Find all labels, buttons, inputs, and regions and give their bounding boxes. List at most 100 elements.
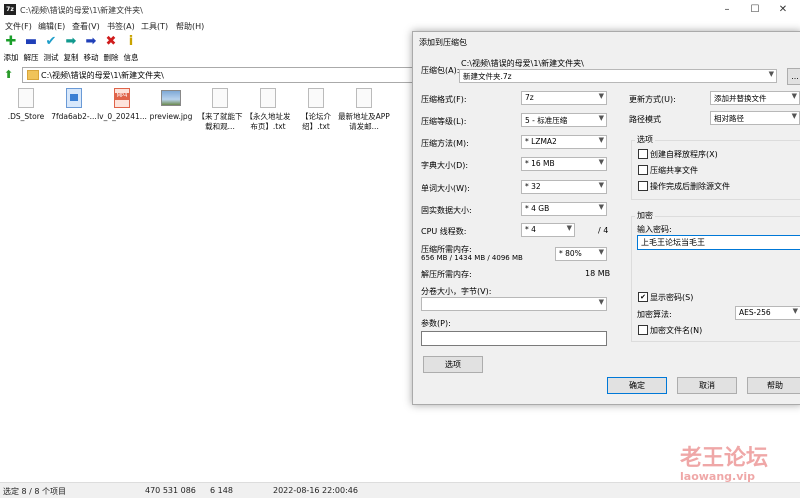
file-name: 【永久地址发布页】.txt (245, 112, 291, 131)
extract-button[interactable]: ▬ 解压 (20, 33, 42, 64)
check-icon: ✔ (45, 34, 57, 49)
delete-x-icon: ✖ (105, 34, 117, 49)
password-input[interactable]: 上毛王论坛当毛王 (637, 235, 800, 250)
info-icon: i (128, 34, 134, 49)
menu-help[interactable]: 帮助(H) (176, 21, 204, 32)
delete-button[interactable]: ✖ 删除 (100, 33, 122, 64)
address-input[interactable]: C:\视频\错误的母爱\1\新建文件夹\ (22, 67, 420, 83)
method-label: 压缩方法(M): (421, 139, 469, 148)
cpu-threads-select[interactable]: * 4 ▼ (521, 223, 575, 237)
chevron-down-icon: ▼ (598, 158, 604, 166)
address-bar: ⬆ C:\视频\错误的母爱\1\新建文件夹\ (0, 66, 420, 84)
path-mode-label: 路径模式 (629, 115, 661, 124)
add-button[interactable]: ✚ 添加 (0, 33, 22, 64)
up-folder-icon[interactable]: ⬆ (4, 68, 13, 81)
sfx-label: 创建自释放程序(X) (650, 150, 718, 159)
menu-file[interactable]: 文件(F) (5, 21, 32, 32)
menu-bookmarks[interactable]: 书签(A) (107, 21, 135, 32)
dictionary-select[interactable]: * 16 MB ▼ (521, 157, 607, 171)
close-button[interactable]: ✕ (774, 3, 792, 17)
menu-view[interactable]: 查看(V) (72, 21, 100, 32)
browse-button[interactable]: ... (787, 68, 800, 85)
file-name: 最新地址及APP请发邮... (338, 112, 390, 131)
chevron-down-icon: ▼ (598, 248, 604, 256)
copy-arrow-icon: ➡ (65, 34, 77, 49)
file-item[interactable]: 7fda6ab2-... (48, 88, 100, 122)
chevron-down-icon: ▼ (768, 70, 774, 78)
shared-files-checkbox[interactable] (638, 165, 648, 175)
format-label: 压缩格式(F): (421, 95, 467, 104)
status-selected: 选定 8 / 8 个项目 (3, 487, 67, 496)
file-item[interactable]: 【来了就能下载和观... (194, 88, 246, 132)
file-name: 【论坛介绍】.txt (301, 112, 331, 131)
image-file-icon (66, 88, 82, 108)
file-item[interactable]: .DS_Store (0, 88, 52, 122)
format-select[interactable]: 7z ▼ (521, 91, 607, 105)
cancel-button[interactable]: 取消 (677, 377, 737, 394)
method-select[interactable]: * LZMA2 ▼ (521, 135, 607, 149)
help-button[interactable]: 帮助 (747, 377, 800, 394)
file-item[interactable]: preview.jpg (145, 88, 197, 122)
status-modified: 2022-08-16 22:00:46 (273, 486, 358, 495)
file-name: 7fda6ab2-... (51, 112, 97, 121)
parameters-input[interactable] (421, 331, 607, 346)
solid-size-select[interactable]: * 4 GB ▼ (521, 202, 607, 216)
memory-percent-select[interactable]: * 80% ▼ (555, 247, 607, 261)
file-item[interactable]: 最新地址及APP请发邮... (338, 88, 390, 132)
minimize-button[interactable]: – (718, 3, 736, 17)
chevron-down-icon: ▼ (598, 181, 604, 189)
move-button[interactable]: ➡ 移动 (80, 33, 102, 64)
sfx-checkbox[interactable] (638, 149, 648, 159)
add-to-archive-dialog: 添加到压缩包 压缩包(A): C:\视频\错误的母爱\1\新建文件夹\ 新建文件… (412, 31, 800, 405)
update-mode-select[interactable]: 添加并替换文件 ▼ (710, 91, 800, 105)
text-file-icon (356, 88, 372, 108)
mp4-file-icon: MP4 (114, 88, 130, 108)
word-size-select[interactable]: * 32 ▼ (521, 180, 607, 194)
move-arrow-icon: ➡ (85, 34, 97, 49)
maximize-button[interactable]: ☐ (746, 3, 764, 17)
text-file-icon (212, 88, 228, 108)
minus-icon: ▬ (24, 34, 38, 49)
jpg-thumbnail-icon (161, 90, 181, 106)
dialog-title: 添加到压缩包 (419, 38, 467, 47)
word-size-label: 单词大小(W): (421, 184, 470, 193)
archive-name-combo[interactable]: 新建文件夹.7z ▼ (459, 69, 777, 83)
chevron-down-icon: ▼ (598, 136, 604, 144)
options-group-title: 选项 (635, 134, 655, 145)
password-label: 输入密码: (637, 225, 672, 234)
info-button[interactable]: i 信息 (120, 33, 142, 64)
address-path: C:\视频\错误的母爱\1\新建文件夹\ (41, 71, 164, 80)
menu-tools[interactable]: 工具(T) (141, 21, 168, 32)
encrypt-names-checkbox[interactable] (638, 325, 648, 335)
encryption-method-label: 加密算法: (637, 310, 672, 319)
text-file-icon (260, 88, 276, 108)
ok-button[interactable]: 确定 (607, 377, 667, 394)
chevron-down-icon: ▼ (598, 298, 604, 306)
file-name: 【来了就能下载和观... (197, 112, 243, 131)
chevron-down-icon: ▼ (566, 224, 572, 232)
level-select[interactable]: 5 - 标准压缩 ▼ (521, 113, 607, 127)
file-item[interactable]: 【永久地址发布页】.txt (242, 88, 294, 132)
delete-after-checkbox[interactable] (638, 181, 648, 191)
test-button[interactable]: ✔ 测试 (40, 33, 62, 64)
menu-edit[interactable]: 编辑(E) (38, 21, 65, 32)
chevron-down-icon: ▼ (598, 203, 604, 211)
plus-icon: ✚ (5, 34, 17, 49)
show-password-checkbox[interactable]: ✔ (638, 292, 648, 302)
file-name: lv_0_20241... (97, 112, 147, 121)
options-button[interactable]: 选项 (423, 356, 483, 373)
title-bar: 7z C:\视频\错误的母爱\1\新建文件夹\ – ☐ ✕ (0, 0, 800, 20)
delete-after-label: 操作完成后删除源文件 (650, 182, 730, 191)
compress-memory-value: 656 MB / 1434 MB / 4096 MB (421, 254, 523, 262)
encryption-method-select[interactable]: AES-256 ▼ (735, 306, 800, 320)
path-mode-select[interactable]: 相对路径 ▼ (710, 111, 800, 125)
chevron-down-icon: ▼ (598, 114, 604, 122)
chevron-down-icon: ▼ (792, 307, 798, 315)
file-item[interactable]: 【论坛介绍】.txt (290, 88, 342, 132)
file-item[interactable]: MP4 lv_0_20241... (96, 88, 148, 122)
copy-button[interactable]: ➡ 复制 (60, 33, 82, 64)
archive-directory: C:\视频\错误的母爱\1\新建文件夹\ (461, 59, 584, 68)
split-size-combo[interactable]: ▼ (421, 297, 607, 311)
split-size-label: 分卷大小，字节(V): (421, 287, 492, 296)
encryption-group-title: 加密 (635, 210, 655, 221)
